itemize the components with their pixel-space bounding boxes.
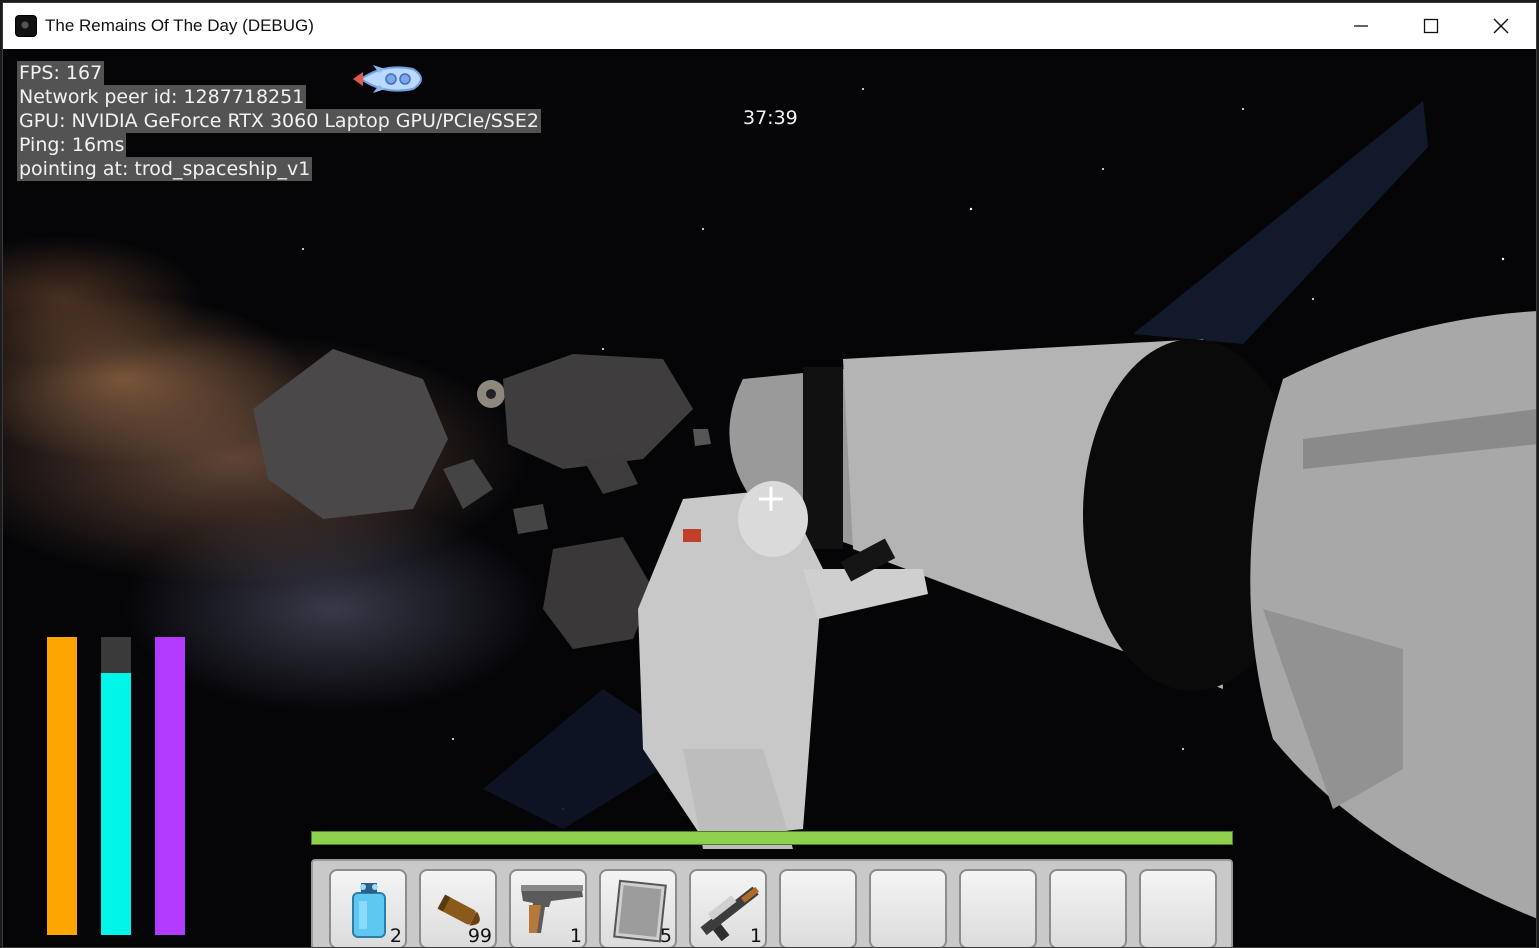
inventory-hotbar: 2 99 1 5 1 (311, 859, 1233, 947)
purple-status-bar (155, 637, 185, 935)
hotbar-slot-6[interactable] (779, 869, 857, 947)
hotbar-slot-4[interactable]: 5 (599, 869, 677, 947)
hotbar-slot-10[interactable] (1139, 869, 1217, 947)
hotbar-slot-1[interactable]: 2 (329, 869, 407, 947)
app-icon (15, 15, 37, 37)
hotbar-slot-count: 99 (467, 925, 492, 947)
purple-status-bar-fill (155, 637, 185, 935)
close-icon (1493, 18, 1509, 34)
hotbar-slot-count: 2 (389, 925, 402, 947)
fps-readout: FPS: 167 (17, 61, 105, 85)
game-window: The Remains Of The Day (DEBUG) FPS: 167 … (2, 2, 1537, 948)
orange-status-bar (47, 637, 77, 935)
hotbar-slot-9[interactable] (1049, 869, 1127, 947)
minimize-button[interactable] (1326, 3, 1396, 49)
orange-status-bar-fill (47, 637, 77, 935)
hotbar-slot-2[interactable]: 99 (419, 869, 497, 947)
debug-overlay: FPS: 167 Network peer id: 1287718251 GPU… (17, 61, 541, 181)
crosshair-icon (759, 487, 783, 511)
hotbar-slot-count: 1 (749, 925, 762, 947)
network-peer-readout: Network peer id: 1287718251 (17, 85, 307, 109)
session-timer: 37:39 (743, 107, 798, 129)
game-viewport[interactable]: FPS: 167 Network peer id: 1287718251 GPU… (3, 49, 1536, 947)
ping-readout: Ping: 16ms (17, 133, 127, 157)
solar-panel (1133, 101, 1428, 344)
minimize-icon (1354, 25, 1368, 27)
spaceship-hull (729, 311, 1536, 919)
progress-bar (311, 831, 1233, 845)
hotbar-slot-7[interactable] (869, 869, 947, 947)
gpu-readout: GPU: NVIDIA GeForce RTX 3060 Laptop GPU/… (17, 109, 541, 133)
hotbar-slot-3[interactable]: 1 (509, 869, 587, 947)
window-title: The Remains Of The Day (DEBUG) (45, 16, 314, 35)
hotbar-slot-5[interactable]: 1 (689, 869, 767, 947)
window-controls (1326, 3, 1536, 49)
close-button[interactable] (1466, 3, 1536, 49)
hotbar-slot-count: 1 (569, 925, 582, 947)
progress-bar-fill (312, 832, 1232, 844)
hotbar-slot-8[interactable] (959, 869, 1037, 947)
title-bar[interactable]: The Remains Of The Day (DEBUG) (3, 3, 1536, 49)
cyan-status-bar (101, 637, 131, 935)
maximize-button[interactable] (1396, 3, 1466, 49)
hotbar-slot-count: 5 (659, 925, 672, 947)
cyan-status-bar-fill (101, 672, 131, 935)
maximize-icon (1423, 18, 1439, 34)
spaceship-marker-icon (353, 65, 422, 93)
pointing-at-readout: pointing at: trod_spaceship_v1 (17, 157, 313, 181)
